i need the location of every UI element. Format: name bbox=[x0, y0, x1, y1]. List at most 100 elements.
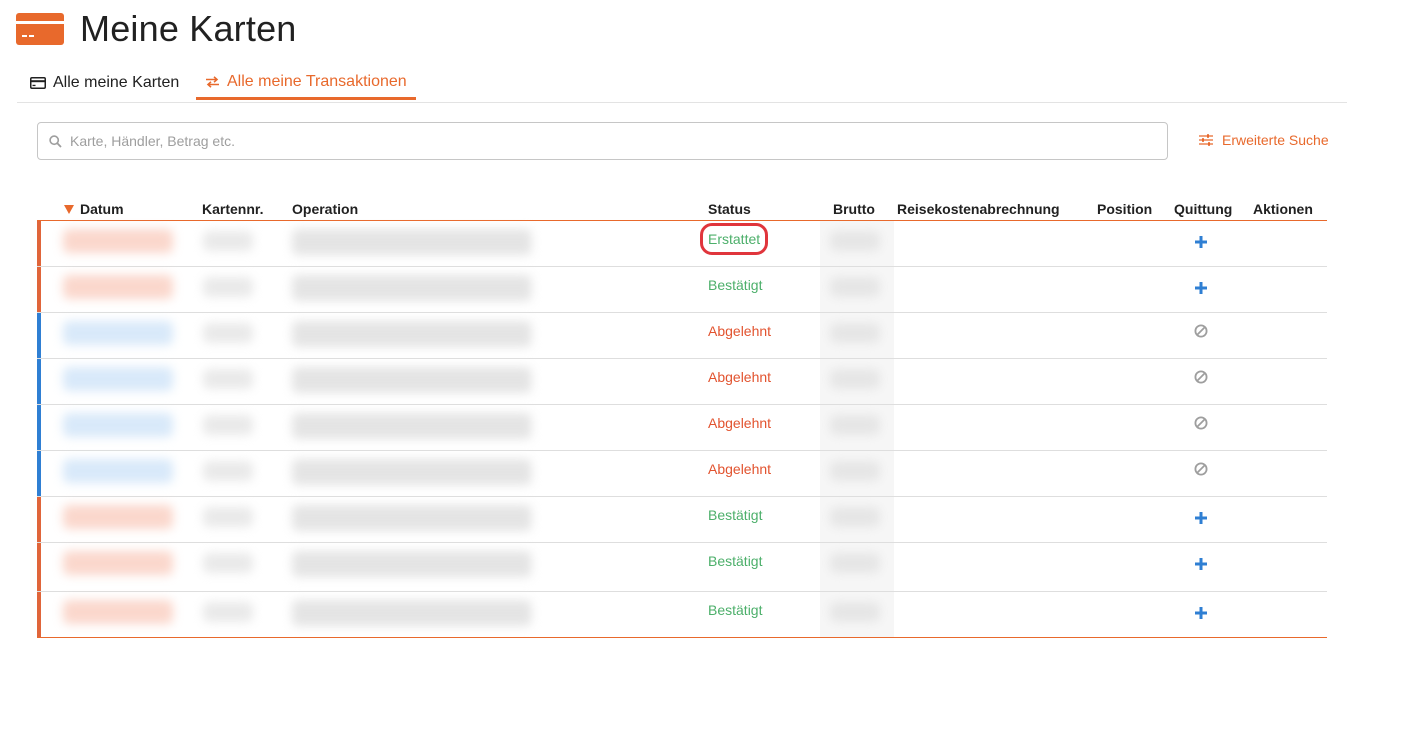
block-icon bbox=[1194, 324, 1208, 338]
tab-label: Alle meine Transaktionen bbox=[227, 72, 407, 90]
date-cell-redacted bbox=[63, 275, 173, 299]
gross-value-redacted bbox=[830, 507, 880, 527]
table-row[interactable]: Bestätigt bbox=[37, 543, 1327, 592]
gross-value-redacted bbox=[830, 323, 880, 343]
operation-cell-fade bbox=[527, 313, 589, 358]
block-icon bbox=[1194, 462, 1208, 476]
table-row[interactable]: Bestätigt bbox=[37, 497, 1327, 543]
status-label: Abgelehnt bbox=[708, 323, 772, 339]
credit-card-icon bbox=[30, 77, 46, 89]
search-input[interactable] bbox=[70, 123, 1150, 159]
swap-arrows-icon bbox=[206, 75, 219, 88]
tab-all-transactions[interactable]: Alle meine Transaktionen bbox=[196, 66, 416, 100]
operation-cell-redacted bbox=[292, 367, 532, 393]
operation-cell-fade bbox=[527, 221, 589, 266]
advanced-search-label: Erweiterte Suche bbox=[1222, 132, 1329, 148]
operation-cell-redacted bbox=[292, 229, 532, 255]
column-header-expense-report[interactable]: Reisekostenabrechnung bbox=[897, 201, 1060, 217]
gross-value-redacted bbox=[830, 277, 880, 297]
row-status-bar bbox=[37, 543, 41, 591]
column-header-receipt[interactable]: Quittung bbox=[1174, 201, 1232, 217]
row-status-bar bbox=[37, 497, 41, 542]
transactions-table: Erstattet Bestätigt Abgelehnt Abgelehnt bbox=[37, 221, 1327, 638]
table-header: Datum Kartennr. Operation Status Brutto … bbox=[37, 198, 1327, 221]
plus-icon[interactable] bbox=[1193, 510, 1209, 526]
row-status-bar bbox=[37, 313, 41, 358]
column-header-gross[interactable]: Brutto bbox=[833, 201, 875, 217]
status-label: Bestätigt bbox=[708, 602, 763, 618]
table-row[interactable]: Bestätigt bbox=[37, 267, 1327, 313]
gross-value-redacted bbox=[830, 602, 880, 622]
search-icon bbox=[49, 135, 62, 148]
table-row[interactable]: Abgelehnt bbox=[37, 313, 1327, 359]
row-status-bar bbox=[37, 359, 41, 404]
date-cell-redacted bbox=[63, 600, 173, 624]
card-number-cell-redacted bbox=[203, 415, 253, 435]
row-status-bar bbox=[37, 592, 41, 637]
tab-bar: Alle meine Karten Alle meine Transaktion… bbox=[17, 66, 1347, 103]
table-row[interactable]: Erstattet bbox=[37, 221, 1327, 267]
operation-cell-fade bbox=[527, 451, 589, 496]
operation-cell-redacted bbox=[292, 275, 532, 301]
row-status-bar bbox=[37, 221, 41, 266]
operation-cell-fade bbox=[527, 592, 589, 637]
operation-cell-redacted bbox=[292, 600, 532, 626]
column-header-status[interactable]: Status bbox=[708, 201, 751, 217]
sliders-icon bbox=[1199, 134, 1213, 146]
date-cell-redacted bbox=[63, 229, 173, 253]
card-number-cell-redacted bbox=[203, 602, 253, 622]
advanced-search-button[interactable]: Erweiterte Suche bbox=[1199, 132, 1329, 148]
gross-value-redacted bbox=[830, 553, 880, 573]
table-row[interactable]: Bestätigt bbox=[37, 592, 1327, 638]
date-cell-redacted bbox=[63, 321, 173, 345]
column-header-position[interactable]: Position bbox=[1097, 201, 1152, 217]
plus-icon[interactable] bbox=[1193, 234, 1209, 250]
date-cell-redacted bbox=[63, 413, 173, 437]
card-number-cell-redacted bbox=[203, 277, 253, 297]
status-label: Bestätigt bbox=[708, 507, 763, 523]
operation-cell-redacted bbox=[292, 413, 532, 439]
status-label: Bestätigt bbox=[708, 277, 763, 293]
gross-value-redacted bbox=[830, 231, 880, 251]
operation-cell-fade bbox=[527, 359, 589, 404]
table-row[interactable]: Abgelehnt bbox=[37, 359, 1327, 405]
operation-cell-fade bbox=[527, 405, 589, 450]
column-header-card-number[interactable]: Kartennr. bbox=[202, 201, 263, 217]
status-label: Abgelehnt bbox=[708, 415, 772, 431]
row-status-bar bbox=[37, 267, 41, 312]
plus-icon[interactable] bbox=[1193, 556, 1209, 572]
row-status-bar bbox=[37, 451, 41, 496]
operation-cell-fade bbox=[527, 267, 589, 312]
gross-value-redacted bbox=[830, 369, 880, 389]
row-status-bar bbox=[37, 405, 41, 450]
column-header-date[interactable]: Datum bbox=[64, 201, 124, 217]
status-label: Abgelehnt bbox=[708, 461, 772, 477]
sort-desc-icon bbox=[64, 204, 74, 214]
page-title: Meine Karten bbox=[80, 8, 297, 49]
table-row[interactable]: Abgelehnt bbox=[37, 405, 1327, 451]
search-box bbox=[37, 122, 1168, 160]
gross-value-redacted bbox=[830, 461, 880, 481]
tab-label: Alle meine Karten bbox=[53, 74, 180, 91]
date-cell-redacted bbox=[63, 551, 173, 575]
plus-icon[interactable] bbox=[1193, 605, 1209, 621]
plus-icon[interactable] bbox=[1193, 280, 1209, 296]
table-row[interactable]: Abgelehnt bbox=[37, 451, 1327, 497]
block-icon bbox=[1194, 416, 1208, 430]
operation-cell-redacted bbox=[292, 459, 532, 485]
operation-cell-redacted bbox=[292, 551, 532, 577]
date-cell-redacted bbox=[63, 505, 173, 529]
column-header-operation[interactable]: Operation bbox=[292, 201, 358, 217]
status-label: Erstattet bbox=[699, 223, 769, 255]
column-header-label: Datum bbox=[80, 201, 124, 217]
card-number-cell-redacted bbox=[203, 231, 253, 251]
card-number-cell-redacted bbox=[203, 553, 253, 573]
date-cell-redacted bbox=[63, 459, 173, 483]
status-label: Bestätigt bbox=[708, 553, 763, 569]
card-number-cell-redacted bbox=[203, 323, 253, 343]
card-number-cell-redacted bbox=[203, 507, 253, 527]
tab-all-cards[interactable]: Alle meine Karten bbox=[30, 66, 179, 100]
card-number-cell-redacted bbox=[203, 461, 253, 481]
operation-cell-redacted bbox=[292, 321, 532, 347]
status-label: Abgelehnt bbox=[708, 369, 772, 385]
